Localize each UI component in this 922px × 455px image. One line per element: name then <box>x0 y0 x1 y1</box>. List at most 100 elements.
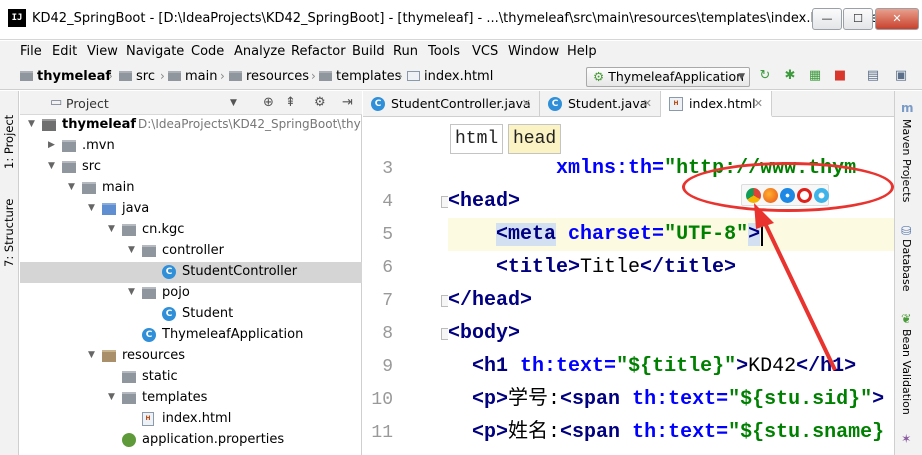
breadcrumb-label: templates <box>336 69 402 84</box>
breadcrumb-separator: › <box>108 69 113 83</box>
class-icon: C <box>162 307 176 321</box>
menu-tools[interactable]: Tools <box>428 44 460 59</box>
database-icon: ⛁ <box>901 223 912 238</box>
menu-file[interactable]: File <box>20 44 42 59</box>
breadcrumb-thymeleaf[interactable]: thymeleaf <box>20 69 111 84</box>
close-button[interactable]: ✕ <box>875 8 919 30</box>
left-tool-strip: 1: Project 7: Structure <box>0 91 19 455</box>
sdk-icon[interactable]: ▣ <box>893 68 909 84</box>
tree-item-templates[interactable]: ▼ templates <box>20 388 362 409</box>
breadcrumb-label: resources <box>246 69 310 84</box>
maximize-button[interactable]: ☐ <box>843 8 873 30</box>
close-tab-icon[interactable]: ✕ <box>754 91 763 116</box>
chevron-down-icon[interactable]: ▼ <box>230 98 237 108</box>
tree-item-mvn[interactable]: ▶ .mvn <box>20 136 362 157</box>
tree-item-student[interactable]: C Student <box>20 304 362 325</box>
breadcrumb-main[interactable]: main <box>168 69 217 84</box>
tree-item-resources[interactable]: ▼ resources <box>20 346 362 367</box>
breadcrumb-separator: › <box>311 69 316 83</box>
html-file-icon <box>407 71 420 81</box>
line-number: 5 <box>382 225 393 245</box>
tree-item-studentcontroller[interactable]: C StudentController <box>20 262 362 283</box>
tree-item-java[interactable]: ▼ java <box>20 199 362 220</box>
tree-item-pojo[interactable]: ▼ pojo <box>20 283 362 304</box>
code-line: <p>姓名:<span th:text="${stu.sname} <box>472 421 885 444</box>
expanded-arrow-icon[interactable]: ▼ <box>48 161 55 171</box>
project-tool-tab[interactable]: 1: Project <box>2 99 17 169</box>
tab-student[interactable]: C Student.java ✕ <box>540 91 661 117</box>
tree-item-index-html[interactable]: Hindex.html <box>20 409 362 430</box>
close-tab-icon[interactable]: ✕ <box>643 91 652 116</box>
expanded-arrow-icon[interactable]: ▼ <box>28 119 35 129</box>
tree-item-cn-kgc[interactable]: ▼ cn.kgc <box>20 220 362 241</box>
maven-projects-tab[interactable]: Maven Projects <box>900 119 913 202</box>
menu-refactor[interactable]: Refactor <box>291 44 346 59</box>
maven-icon: m <box>901 101 914 115</box>
tag-crumb-html[interactable]: html <box>450 124 504 154</box>
tree-item-label: main <box>102 180 135 195</box>
folder-icon <box>20 71 33 81</box>
tree-item-application-properties[interactable]: application.properties <box>20 430 362 451</box>
menu-vcs[interactable]: VCS <box>472 44 498 59</box>
menu-window[interactable]: Window <box>508 44 559 59</box>
tree-item-thymeleafapplication[interactable]: C ThymeleafApplication <box>20 325 362 346</box>
tab-label: Student.java <box>568 96 648 111</box>
tree-item-thymeleaf[interactable]: ▼ thymeleaf D:\IdeaProjects\KD42_SpringBoo… <box>20 115 362 136</box>
project-panel-header: ▭ Project ▼ ⊕ ⇞ ⚙ ⇥ <box>20 91 362 115</box>
structure-tool-tab[interactable]: 7: Structure <box>2 187 17 267</box>
rerun-icon[interactable]: ↻ <box>757 68 773 84</box>
tag-crumb-head[interactable]: head <box>508 124 562 154</box>
collapsed-arrow-icon[interactable]: ▶ <box>48 140 55 150</box>
tree-item-path: D:\IdeaProjects\KD42_SpringBoot\thy <box>138 117 361 131</box>
tab-student-controller[interactable]: C StudentController.java ✕ <box>363 91 540 117</box>
coverage-icon[interactable]: ▦ <box>807 68 823 84</box>
intellij-app-icon: IJ <box>8 9 26 27</box>
tree-item-label: src <box>82 159 101 174</box>
locate-icon[interactable]: ⊕ <box>263 95 274 110</box>
breadcrumb-src[interactable]: src <box>119 69 155 84</box>
menu-view[interactable]: View <box>87 44 118 59</box>
breadcrumb-templates[interactable]: templates <box>319 69 401 84</box>
line-number: 7 <box>382 291 393 311</box>
bean-validation-tab[interactable]: Bean Validation <box>900 329 913 415</box>
tree-item-main[interactable]: ▼ main <box>20 178 362 199</box>
menu-code[interactable]: Code <box>191 44 224 59</box>
database-tab[interactable]: Database <box>900 239 913 292</box>
breadcrumb-resources[interactable]: resources <box>229 69 309 84</box>
editor-gutter: 3 4 5 6 7 8 9 10 11 <box>363 158 453 455</box>
project-structure-icon[interactable]: ▤ <box>865 68 881 84</box>
collapse-all-icon[interactable]: ⇞ <box>285 95 296 110</box>
debug-icon[interactable]: ✱ <box>782 68 798 84</box>
hide-icon[interactable]: ⇥ <box>342 95 353 110</box>
menu-analyze[interactable]: Analyze <box>234 44 285 59</box>
menu-build[interactable]: Build <box>352 44 385 59</box>
tree-item-src[interactable]: ▼ src <box>20 157 362 178</box>
expanded-arrow-icon[interactable]: ▼ <box>88 203 95 213</box>
folder-icon <box>229 71 242 81</box>
tree-item-static[interactable]: static <box>20 367 362 388</box>
close-tab-icon[interactable]: ✕ <box>522 91 531 116</box>
package-icon <box>142 287 156 299</box>
expanded-arrow-icon[interactable]: ▼ <box>128 287 135 297</box>
gear-icon[interactable]: ⚙ <box>314 95 326 110</box>
run-configuration-select[interactable]: ⚙ ThymeleafApplication ▼ <box>586 67 750 87</box>
breadcrumb-index-html[interactable]: index.html <box>407 69 493 84</box>
tab-index-html[interactable]: Hindex.html ✕ <box>661 91 772 117</box>
menu-run[interactable]: Run <box>393 44 418 59</box>
expanded-arrow-icon[interactable]: ▼ <box>68 182 75 192</box>
expanded-arrow-icon[interactable]: ▼ <box>108 392 115 402</box>
expanded-arrow-icon[interactable]: ▼ <box>128 245 135 255</box>
minimize-button[interactable]: — <box>812 8 842 30</box>
expanded-arrow-icon[interactable]: ▼ <box>108 224 115 234</box>
menu-help[interactable]: Help <box>567 44 597 59</box>
stop-icon[interactable]: ■ <box>832 68 848 84</box>
chevron-down-icon: ▼ <box>738 72 745 82</box>
tree-item-controller[interactable]: ▼ controller <box>20 241 362 262</box>
menu-navigate[interactable]: Navigate <box>126 44 184 59</box>
tag-breadcrumb-bar: html head <box>363 118 894 158</box>
tree-item-label: controller <box>162 243 225 258</box>
expanded-arrow-icon[interactable]: ▼ <box>88 350 95 360</box>
tree-item-label: java <box>122 201 150 216</box>
menu-edit[interactable]: Edit <box>52 44 77 59</box>
class-icon: C <box>548 97 562 111</box>
